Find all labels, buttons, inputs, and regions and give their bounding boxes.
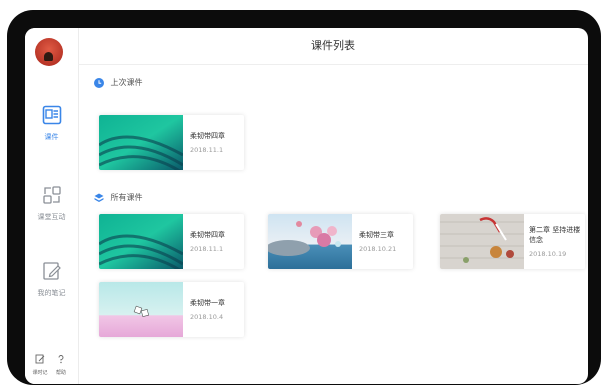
course-title: 柔韧带一章: [190, 299, 225, 307]
course-date: 2018.10.4: [190, 313, 224, 321]
course-thumbnail: [268, 214, 352, 269]
lesson-record-label: 课时记: [32, 370, 48, 376]
section-last-courseware: 上次课件: [94, 77, 143, 88]
course-thumbnail: [99, 115, 183, 170]
note-edit-icon: [42, 262, 61, 280]
course-card[interactable]: 柔韧带三章 2018.10.21: [268, 214, 413, 269]
avatar[interactable]: [35, 38, 63, 66]
sidebar-item-notes[interactable]: 我的笔记: [25, 261, 78, 298]
clock-icon: [94, 77, 104, 88]
course-date: 2018.10.19: [529, 250, 567, 258]
sidebar-item-interaction[interactable]: 课堂互动: [25, 185, 78, 222]
sidebar-item-label: 我的笔记: [37, 289, 66, 297]
course-card[interactable]: 柔韧带四章 2018.11.1: [99, 214, 244, 269]
tablet-frame: 课件 课堂互动 我的笔记 课时记 帮助 课件列表 上次课件 柔韧带四章 2018…: [7, 10, 601, 385]
section-title: 上次课件: [110, 78, 143, 87]
sidebar-item-label: 课件: [44, 133, 59, 141]
sidebar-item-label: 课堂互动: [37, 213, 66, 221]
course-thumbnail: [99, 214, 183, 269]
app-screen: 课件 课堂互动 我的笔记 课时记 帮助 课件列表 上次课件 柔韧带四章 2018…: [25, 28, 588, 384]
section-all-courseware: 所有课件: [94, 192, 143, 203]
course-title: 第二章 坚持进楼信念: [529, 226, 581, 244]
course-thumbnail: [99, 282, 183, 337]
ppt-document-icon: [42, 105, 61, 125]
course-thumbnail: [440, 214, 524, 269]
course-date: 2018.10.21: [359, 245, 397, 253]
page-title: 课件列表: [78, 28, 588, 65]
layers-icon: [94, 193, 104, 202]
edit-icon: [35, 354, 45, 364]
course-title: 柔韧带四章: [190, 132, 225, 140]
course-list: 上次课件 柔韧带四章 2018.11.1 所有课件 柔韧带四章 2018.11.…: [78, 65, 588, 384]
course-date: 2018.11.1: [190, 146, 224, 154]
help-button[interactable]: 帮助: [51, 349, 71, 376]
course-title: 柔韧带三章: [359, 231, 394, 239]
interaction-icon: [42, 186, 61, 204]
course-card-last[interactable]: 柔韧带四章 2018.11.1: [99, 115, 244, 170]
sidebar-item-courseware[interactable]: 课件: [25, 105, 78, 142]
help-label: 帮助: [55, 370, 66, 376]
course-title: 柔韧带四章: [190, 231, 225, 239]
sidebar: 课件 课堂互动 我的笔记 课时记 帮助: [25, 28, 79, 384]
lesson-record-button[interactable]: 课时记: [30, 349, 50, 376]
help-icon: [58, 355, 64, 364]
course-card[interactable]: 第二章 坚持进楼信念 2018.10.19: [440, 214, 585, 269]
section-title: 所有课件: [110, 193, 143, 202]
course-date: 2018.11.1: [190, 245, 224, 253]
course-card[interactable]: 柔韧带一章 2018.10.4: [99, 282, 244, 337]
